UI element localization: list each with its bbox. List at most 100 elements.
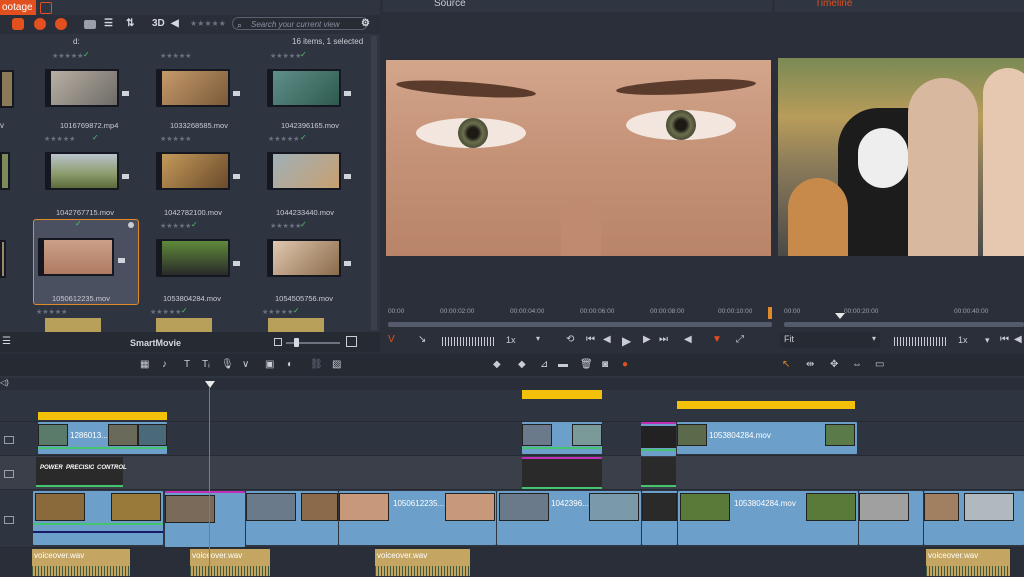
timeline-clip[interactable] bbox=[859, 491, 923, 545]
title-icon[interactable]: T bbox=[184, 359, 190, 370]
preview-playhead[interactable] bbox=[835, 313, 845, 319]
loop-icon[interactable]: ⟲ bbox=[566, 334, 574, 345]
go-end-icon[interactable]: ⏭ bbox=[659, 334, 668, 345]
timeline-clip[interactable] bbox=[642, 491, 677, 545]
menu-icon[interactable]: ☰ bbox=[2, 336, 11, 347]
split-icon[interactable]: ⊿ bbox=[540, 359, 548, 370]
mic-icon[interactable]: 🎙︎ bbox=[221, 359, 234, 370]
rating-stars[interactable]: ★★★★★ bbox=[150, 308, 181, 316]
title-clip[interactable]: PRECISION bbox=[65, 457, 99, 487]
folder-icon[interactable] bbox=[84, 20, 96, 29]
music-icon[interactable]: ♪ bbox=[162, 359, 167, 370]
timeline-clip[interactable]: 1050612235... bbox=[339, 491, 496, 545]
sort-icon[interactable]: ⇅ bbox=[126, 18, 134, 29]
timeline-preview-scrubber[interactable] bbox=[784, 322, 1024, 327]
track-monitor-icon[interactable] bbox=[4, 470, 14, 478]
track-monitor-icon[interactable] bbox=[4, 516, 14, 524]
fit-select[interactable]: Fit ▾ bbox=[780, 332, 880, 348]
source-ruler[interactable]: 00:00 00:00:02:00 00:00:04:00 00:00:06:0… bbox=[388, 308, 772, 322]
go-start-icon[interactable]: ⏮ bbox=[1000, 334, 1009, 345]
timeline-clip[interactable] bbox=[33, 491, 163, 545]
timeline-clip[interactable] bbox=[522, 422, 602, 454]
volume-icon[interactable]: ◀ bbox=[684, 334, 692, 345]
timeline-marker[interactable] bbox=[677, 401, 855, 409]
list-view-icon[interactable]: ☰ bbox=[104, 18, 113, 29]
disc-icon[interactable] bbox=[34, 18, 46, 30]
library-item-edge[interactable] bbox=[0, 226, 100, 286]
rating-stars[interactable]: ★★★★★ bbox=[36, 308, 67, 316]
settings-gear-icon[interactable]: ⚙ bbox=[361, 18, 370, 29]
tag-icon[interactable]: ◀ bbox=[171, 18, 179, 29]
smartmovie-button[interactable]: SmartMovie bbox=[130, 338, 181, 348]
play-icon[interactable]: ▶ bbox=[622, 334, 631, 348]
large-thumb-icon[interactable] bbox=[346, 336, 357, 347]
library-item[interactable] bbox=[267, 138, 367, 198]
check-circle-icon[interactable] bbox=[55, 18, 67, 30]
timeline-clip[interactable] bbox=[246, 491, 338, 545]
library-item[interactable] bbox=[156, 138, 256, 198]
timeline-marker[interactable] bbox=[522, 390, 602, 399]
storyboard-icon[interactable]: ▭ bbox=[875, 359, 884, 370]
timeline-ruler[interactable] bbox=[0, 378, 1024, 390]
title-clip[interactable]: POWER bbox=[36, 457, 65, 487]
trim-tool-icon[interactable]: ⇹ bbox=[806, 359, 814, 370]
slide-tool-icon[interactable]: ⇔ bbox=[852, 359, 862, 370]
search-input[interactable]: ⌕ Search your current view bbox=[232, 17, 368, 30]
title-clip[interactable] bbox=[522, 457, 602, 489]
audio-clip[interactable]: voiceover.wav bbox=[375, 549, 470, 576]
timeline-clip[interactable] bbox=[641, 422, 676, 456]
title-clip[interactable]: CONTROL bbox=[94, 457, 127, 487]
title-3d-icon[interactable]: Tᵢ bbox=[202, 359, 210, 370]
grid-icon[interactable]: ▣ bbox=[265, 359, 274, 370]
title-clip[interactable] bbox=[641, 457, 676, 487]
library-item[interactable] bbox=[156, 55, 256, 115]
source-scrubber[interactable] bbox=[388, 322, 772, 327]
step-back-icon[interactable]: ◀ bbox=[603, 334, 611, 345]
rating-stars[interactable]: ★★★★★ bbox=[262, 308, 293, 316]
timeline-marker[interactable] bbox=[38, 412, 167, 420]
audio-clip[interactable]: voiceover.wav bbox=[190, 549, 270, 576]
tab-footage[interactable]: ootage bbox=[0, 0, 36, 15]
track-monitor-icon[interactable] bbox=[4, 436, 14, 444]
dropdown-icon[interactable]: ▾ bbox=[985, 335, 990, 346]
snap-icon[interactable]: ◆ bbox=[518, 359, 526, 370]
v-toggle[interactable]: V bbox=[388, 334, 395, 345]
preview-speed-select[interactable]: 1x bbox=[958, 335, 968, 345]
library-scrollbar[interactable] bbox=[371, 36, 377, 330]
library-item-partial[interactable] bbox=[268, 318, 324, 332]
color-wheel-icon[interactable]: ◐ bbox=[287, 359, 293, 370]
motion-icon[interactable]: ∨ bbox=[242, 359, 249, 370]
marker-icon[interactable]: ◆ bbox=[493, 359, 501, 370]
arrow-tool-icon[interactable]: ↖ bbox=[782, 359, 790, 370]
timeline-clip[interactable]: 1053804284.mov bbox=[677, 422, 857, 454]
camera-icon[interactable] bbox=[12, 18, 24, 30]
rating-filter[interactable]: ★★★★★ bbox=[190, 19, 226, 28]
dropdown-icon[interactable]: ▾ bbox=[536, 334, 540, 343]
timeline-clip[interactable]: 1042396... bbox=[497, 491, 641, 545]
link-icon[interactable]: ⛓ bbox=[310, 359, 323, 370]
library-item[interactable] bbox=[267, 225, 367, 285]
ripple-icon[interactable]: ▬ bbox=[558, 359, 568, 370]
speed-select[interactable]: 1x bbox=[506, 335, 516, 345]
timeline-playhead[interactable] bbox=[209, 388, 210, 576]
library-tab-icon[interactable] bbox=[40, 2, 52, 14]
cursor-icon[interactable]: ↘ bbox=[418, 334, 426, 345]
step-back-icon[interactable]: ◀ bbox=[1014, 334, 1022, 345]
timeline-clip[interactable]: 1053804284.mov bbox=[678, 491, 858, 545]
slider-knob[interactable] bbox=[294, 338, 299, 347]
3d-button[interactable]: 3D bbox=[152, 18, 165, 29]
out-marker[interactable] bbox=[768, 307, 772, 319]
timeline-clip[interactable]: 1286013... bbox=[38, 422, 167, 454]
trash-icon[interactable]: 🗑︎ bbox=[580, 359, 593, 370]
record-icon[interactable]: ● bbox=[622, 359, 628, 370]
snapshot-icon[interactable]: ◙ bbox=[602, 359, 608, 370]
audio-clip[interactable]: voiceover.wav bbox=[32, 549, 130, 576]
timeline-clip[interactable] bbox=[924, 491, 1024, 545]
audio-clip[interactable]: voiceover.wav bbox=[926, 549, 1010, 576]
timeline-preview-ruler[interactable]: 00:00 00:00:20:00 00:00:40:00 bbox=[784, 308, 1024, 322]
library-item-partial[interactable] bbox=[45, 318, 101, 332]
move-tool-icon[interactable]: ✥ bbox=[830, 359, 838, 370]
step-forward-icon[interactable]: ▶ bbox=[643, 334, 651, 345]
audio-toggle-icon[interactable]: ◁) bbox=[0, 378, 9, 387]
library-item[interactable] bbox=[267, 55, 367, 115]
